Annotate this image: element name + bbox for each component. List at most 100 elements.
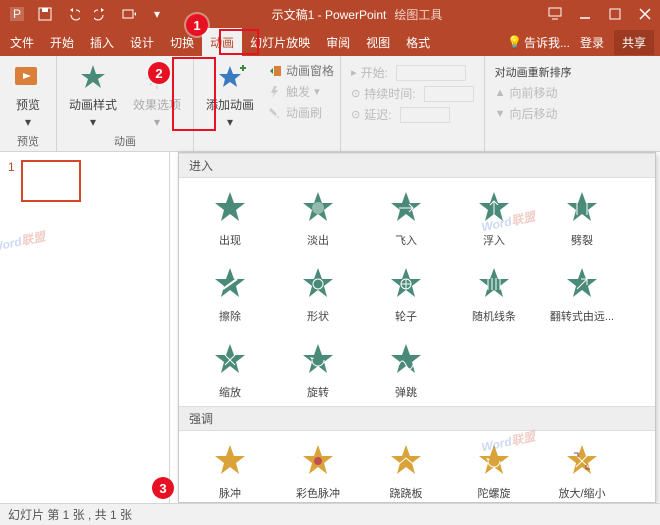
highlight-addanim: [172, 57, 216, 131]
gallery-item-label: 擦除: [219, 308, 241, 324]
maximize-icon[interactable]: [600, 0, 630, 28]
menu-file[interactable]: 文件: [2, 28, 42, 56]
login-button[interactable]: 登录: [574, 34, 610, 51]
animation-pane-button[interactable]: 动画窗格: [268, 60, 334, 81]
quick-access-toolbar: P ▾: [0, 2, 174, 26]
gallery-item[interactable]: 轮子: [363, 260, 449, 328]
app-icon[interactable]: P: [4, 2, 30, 26]
star-icon: [562, 441, 602, 481]
dropdown-icon: ▾: [90, 115, 96, 129]
start-field: ▸ 开始:: [351, 62, 474, 83]
doc-title: 示文稿1 - PowerPoint: [272, 6, 387, 23]
gallery-item[interactable]: 彩色脉冲: [275, 437, 361, 503]
move-backward-button: ▼ 向后移动: [495, 103, 572, 124]
add-animation-icon: [214, 62, 246, 94]
star-icon: [298, 441, 338, 481]
star-icon: [474, 188, 514, 228]
gallery-item[interactable]: 劈裂: [539, 184, 625, 252]
dropdown-icon: ▾: [227, 115, 233, 129]
qat-more-icon[interactable]: ▾: [144, 2, 170, 26]
share-button[interactable]: 共享: [614, 30, 654, 55]
ribbon-group-advanced: 添加动画▾ 动画窗格 触发 ▾ 动画刷: [194, 56, 341, 151]
gallery-item-label: 脉冲: [219, 485, 241, 501]
close-icon[interactable]: [630, 0, 660, 28]
animation-gallery: 进入 出现淡出飞入浮入劈裂 擦除形状轮子随机线条翻转式由远... 缩放旋转弹跳 …: [178, 152, 656, 503]
minimize-icon[interactable]: [570, 0, 600, 28]
menu-home[interactable]: 开始: [42, 28, 82, 56]
gallery-item[interactable]: 跷跷板: [363, 437, 449, 503]
animation-styles-button[interactable]: 动画样式▾: [63, 60, 123, 131]
section-entrance: 进入: [179, 153, 655, 178]
preview-button[interactable]: 预览▾: [6, 60, 50, 131]
window-title: 示文稿1 - PowerPoint 绘图工具: [174, 6, 540, 23]
gallery-item-label: 形状: [307, 308, 329, 324]
ribbon-group-reorder: 对动画重新排序 ▲ 向前移动 ▼ 向后移动: [485, 56, 582, 151]
menubar: 文件 开始 插入 设计 切换 动画 幻灯片放映 审阅 视图 格式 💡告诉我...…: [0, 28, 660, 56]
preview-icon: [12, 62, 44, 94]
menu-review[interactable]: 审阅: [318, 28, 358, 56]
star-icon: [562, 264, 602, 304]
delay-field: ⊙ 延迟:: [351, 104, 474, 125]
redo-icon[interactable]: [88, 2, 114, 26]
gallery-item-label: 陀螺旋: [478, 485, 511, 501]
gallery-item-label: 劈裂: [571, 232, 593, 248]
gallery-item-label: 跷跷板: [390, 485, 423, 501]
star-icon: [474, 264, 514, 304]
star-icon: [77, 62, 109, 94]
gallery-item[interactable]: 形状: [275, 260, 361, 328]
star-icon: [298, 188, 338, 228]
gallery-item[interactable]: 缩放: [187, 336, 273, 404]
gallery-item[interactable]: 出现: [187, 184, 273, 252]
gallery-item[interactable]: 浮入: [451, 184, 537, 252]
group-label-preview: 预览: [6, 131, 50, 149]
thumbnail-pane: 1: [0, 152, 170, 503]
titlebar: P ▾ 示文稿1 - PowerPoint 绘图工具: [0, 0, 660, 28]
gallery-item[interactable]: 翻转式由远...: [539, 260, 625, 328]
callout-1: 1: [186, 14, 208, 36]
start-icon[interactable]: [116, 2, 142, 26]
gallery-item[interactable]: 飞入: [363, 184, 449, 252]
menu-view[interactable]: 视图: [358, 28, 398, 56]
gallery-item[interactable]: 擦除: [187, 260, 273, 328]
star-icon: [386, 441, 426, 481]
svg-text:P: P: [13, 7, 21, 21]
animation-painter-button: 动画刷: [268, 102, 334, 123]
star-icon: [386, 188, 426, 228]
slide-counter: 幻灯片 第 1 张 , 共 1 张: [8, 506, 132, 523]
thumb-preview: [21, 160, 81, 202]
gallery-item[interactable]: 旋转: [275, 336, 361, 404]
tell-me[interactable]: 💡告诉我...: [507, 34, 570, 51]
gallery-item-label: 淡出: [307, 232, 329, 248]
gallery-item[interactable]: 弹跳: [363, 336, 449, 404]
ribbon-group-timing: ▸ 开始: ⊙ 持续时间: ⊙ 延迟:: [341, 56, 485, 151]
gallery-item-label: 放大/缩小: [558, 485, 605, 501]
callout-3: 3: [152, 477, 174, 499]
star-icon: [386, 340, 426, 380]
statusbar: 幻灯片 第 1 张 , 共 1 张: [0, 503, 660, 525]
ribbon-group-preview: 预览▾ 预览: [0, 56, 57, 151]
gallery-item[interactable]: 陀螺旋: [451, 437, 537, 503]
gallery-item[interactable]: 脉冲: [187, 437, 273, 503]
star-icon: [386, 264, 426, 304]
gallery-item-label: 飞入: [395, 232, 417, 248]
callout-2: 2: [148, 62, 170, 84]
gallery-item-label: 出现: [219, 232, 241, 248]
menu-format[interactable]: 格式: [398, 28, 438, 56]
menu-design[interactable]: 设计: [122, 28, 162, 56]
star-icon: [210, 340, 250, 380]
gallery-item[interactable]: 放大/缩小: [539, 437, 625, 503]
gallery-item[interactable]: 淡出: [275, 184, 361, 252]
gallery-item[interactable]: 随机线条: [451, 260, 537, 328]
ribbon-options-icon[interactable]: [540, 0, 570, 28]
star-icon: [210, 188, 250, 228]
trigger-button: 触发 ▾: [268, 81, 334, 102]
save-icon[interactable]: [32, 2, 58, 26]
gallery-item-label: 彩色脉冲: [296, 485, 340, 501]
gallery-item-label: 翻转式由远...: [550, 308, 614, 324]
menu-insert[interactable]: 插入: [82, 28, 122, 56]
tools-title: 绘图工具: [394, 6, 442, 23]
undo-icon[interactable]: [60, 2, 86, 26]
slide-thumbnail[interactable]: 1: [8, 160, 161, 202]
section-emphasis: 强调: [179, 406, 655, 431]
highlight-tab: [219, 29, 259, 55]
